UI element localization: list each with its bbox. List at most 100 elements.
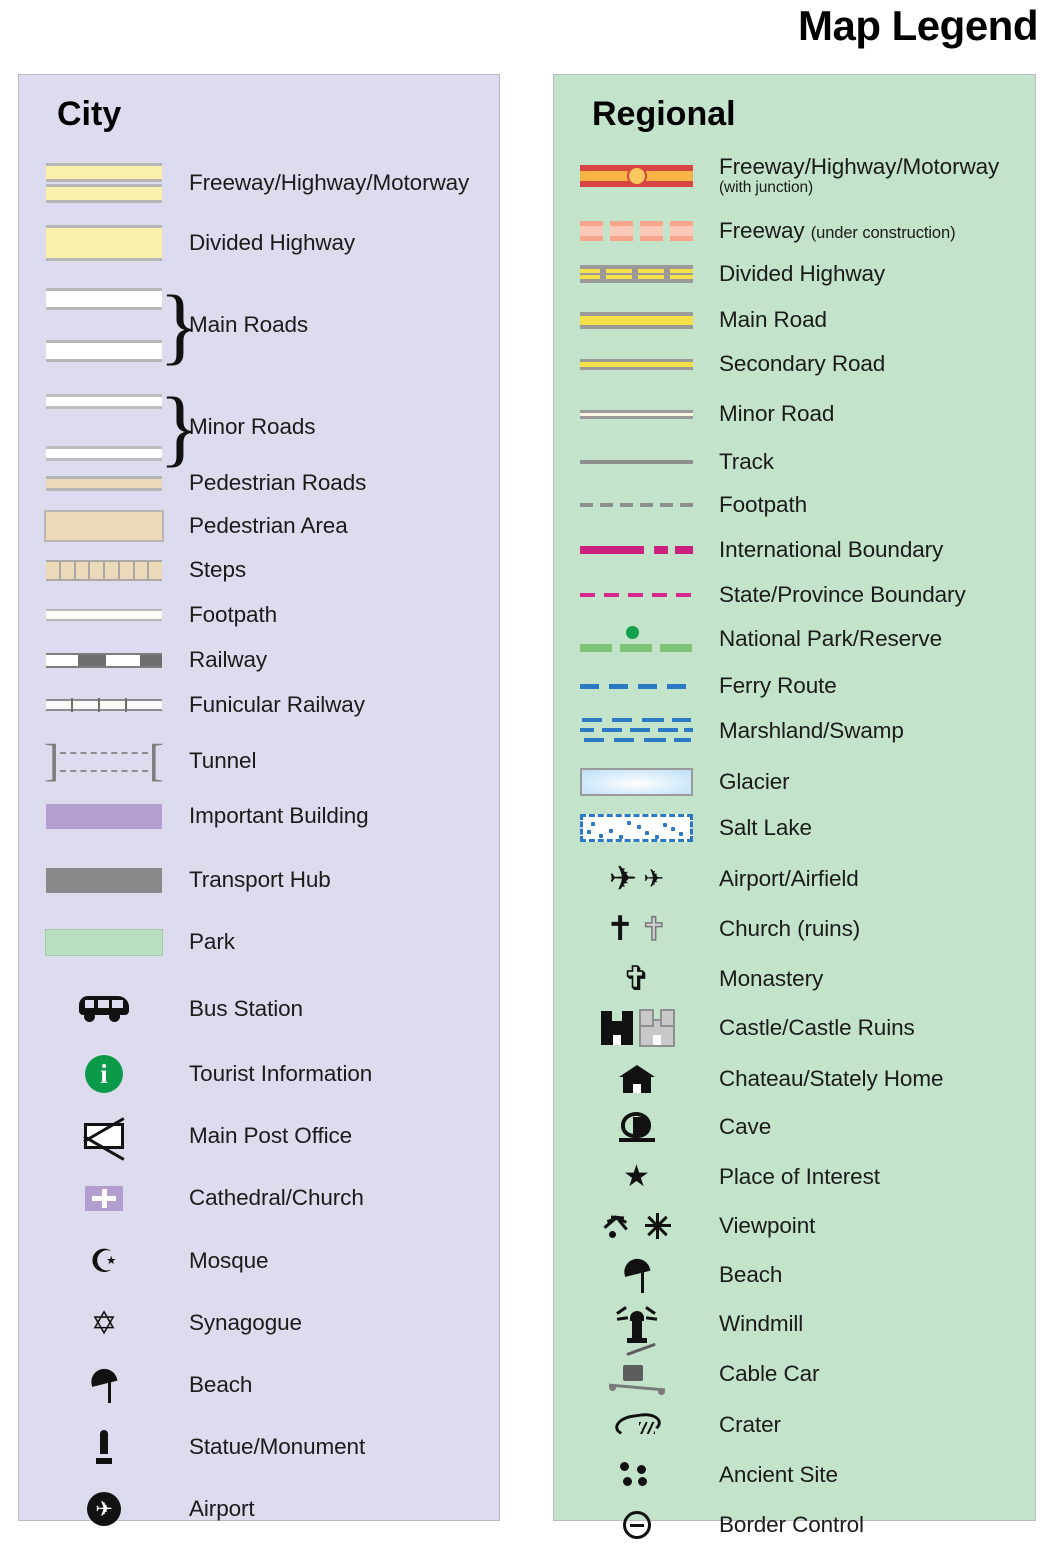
legend-row-city-cathedral: Cathedral/Church	[19, 1177, 499, 1219]
legend-label: Windmill	[719, 1310, 804, 1336]
legend-row-regional-secondary-road: Secondary Road	[554, 346, 1035, 382]
legend-row-regional-cable-car: Cable Car	[554, 1342, 1035, 1399]
pedestrian-road-band-symbol	[19, 475, 189, 491]
legend-label: Chateau/Stately Home	[719, 1065, 944, 1091]
legend-label: Divided Highway	[719, 260, 886, 286]
transport-hub-swatch-symbol	[19, 867, 189, 893]
legend-label: Footpath	[189, 601, 278, 627]
legend-label: Viewpoint	[719, 1212, 816, 1238]
legend-row-regional-windmill: Windmill	[554, 1301, 1035, 1347]
legend-row-regional-glacier: Glacier	[554, 761, 1035, 803]
legend-row-regional-place-of-interest: ★ Place of Interest	[554, 1155, 1035, 1199]
legend-label: Cave	[719, 1113, 772, 1139]
castle-icon	[554, 1009, 719, 1047]
legend-row-regional-national-park: National Park/Reserve	[554, 615, 1035, 663]
legend-label-sub: (with junction)	[719, 178, 814, 196]
bus-icon	[19, 996, 189, 1022]
star-icon: ★	[623, 1160, 650, 1193]
legend-label: Airport/Airfield	[719, 865, 859, 891]
international-boundary-line-symbol	[554, 546, 719, 554]
minor-roads-brace-symbol: }	[19, 384, 200, 470]
legend-row-regional-ancient-site: Ancient Site	[554, 1453, 1035, 1497]
pedestrian-area-block-symbol	[19, 510, 189, 542]
information-icon: i	[19, 1055, 189, 1093]
legend-label: Divided Highway	[189, 229, 356, 255]
legend-row-city-synagogue: ✡ Synagogue	[19, 1301, 499, 1345]
viewpoint-icon	[554, 1213, 719, 1239]
legend-label: Bus Station	[189, 995, 303, 1021]
cathedral-icon	[19, 1185, 189, 1211]
funicular-tick-line-symbol	[19, 698, 189, 712]
legend-row-city-steps: Steps	[19, 553, 499, 587]
park-swatch-symbol	[19, 928, 189, 956]
legend-label: National Park/Reserve	[719, 625, 942, 651]
legend-row-city-park: Park	[19, 923, 499, 961]
page-title: Map Legend	[797, 2, 1039, 49]
legend-row-city-beach: Beach	[19, 1363, 499, 1407]
statue-icon	[19, 1430, 189, 1464]
legend-label: Pedestrian Roads	[189, 469, 367, 495]
legend-label: Tunnel	[189, 747, 257, 773]
legend-label: Secondary Road	[719, 350, 886, 376]
legend-label: Footpath	[719, 491, 808, 517]
legend-label: Statue/Monument	[189, 1433, 366, 1459]
legend-row-regional-church: ✝ ✝ Church (ruins)	[554, 907, 1035, 951]
city-legend-panel: City Freeway/Highway/Motorway Divided Hi…	[18, 74, 500, 1526]
legend-label: Airport	[189, 1495, 255, 1521]
freeway-dashed-line-symbol	[554, 221, 719, 241]
airport-circle-icon: ✈	[19, 1492, 189, 1526]
ferry-route-line-symbol	[554, 683, 719, 689]
legend-label: Funicular Railway	[189, 691, 365, 717]
footpath-dashed-line-symbol	[554, 503, 719, 507]
legend-row-regional-beach: Beach	[554, 1253, 1035, 1297]
legend-label: Minor Roads	[189, 413, 316, 439]
legend-label: State/Province Boundary	[719, 581, 966, 607]
legend-row-city-pedestrian-roads: Pedestrian Roads	[19, 465, 499, 501]
brace-icon: }	[159, 378, 201, 475]
legend-row-regional-cave: Cave	[554, 1105, 1035, 1149]
main-roads-brace-symbol: }	[19, 282, 200, 368]
cave-icon	[554, 1112, 719, 1142]
church-cross-icon: ✝ ✝	[605, 910, 668, 948]
star-of-david-icon: ✡	[90, 1305, 118, 1341]
airplane-icon: ✈ ✈	[608, 860, 665, 898]
legend-row-city-railway: Railway	[19, 644, 499, 676]
footpath-line-symbol	[19, 609, 189, 621]
legend-row-city-funicular: Funicular Railway	[19, 689, 499, 721]
legend-label: Railway	[189, 646, 268, 672]
legend-row-city-divided-highway: Divided Highway	[19, 223, 499, 263]
legend-label: Monastery	[719, 965, 824, 991]
main-road-line-symbol	[554, 311, 719, 329]
city-panel-heading: City	[57, 95, 122, 133]
legend-row-city-tourist-information: i Tourist Information	[19, 1051, 499, 1097]
legend-row-regional-state-boundary: State/Province Boundary	[554, 577, 1035, 613]
railway-dashed-line-symbol	[19, 652, 189, 668]
legend-label: Synagogue	[189, 1309, 302, 1335]
cable-car-icon	[554, 1342, 719, 1395]
legend-label: Steps	[189, 556, 247, 582]
track-line-symbol	[554, 460, 719, 464]
legend-row-city-pedestrian-area: Pedestrian Area	[19, 507, 499, 545]
windmill-icon	[554, 1305, 719, 1343]
legend-label: Cable Car	[719, 1360, 820, 1386]
freeway-double-band-symbol	[19, 163, 189, 203]
legend-label: Main Roads	[189, 311, 309, 337]
legend-row-regional-footpath: Footpath	[554, 487, 1035, 523]
legend-row-regional-viewpoint: Viewpoint	[554, 1203, 1035, 1249]
legend-row-regional-marshland: Marshland/Swamp	[554, 709, 1035, 753]
legend-label: Border Control	[719, 1511, 864, 1537]
legend-label: Salt Lake	[719, 814, 812, 840]
glacier-swatch-symbol	[554, 768, 719, 796]
legend-row-regional-airport: ✈ ✈ Airport/Airfield	[554, 857, 1035, 901]
legend-row-regional-crater: Crater	[554, 1403, 1035, 1447]
divided-highway-line-symbol	[554, 265, 719, 283]
crater-icon	[554, 1410, 719, 1440]
legend-label: International Boundary	[719, 536, 944, 562]
legend-row-regional-castle: Castle/Castle Ruins	[554, 1005, 1035, 1051]
legend-label: Track	[719, 448, 774, 474]
state-boundary-line-symbol	[554, 593, 719, 597]
legend-label: Park	[189, 928, 235, 954]
legend-label: Important Building	[189, 802, 369, 828]
legend-row-city-mosque: ☪ Mosque	[19, 1239, 499, 1283]
secondary-road-line-symbol	[554, 358, 719, 370]
